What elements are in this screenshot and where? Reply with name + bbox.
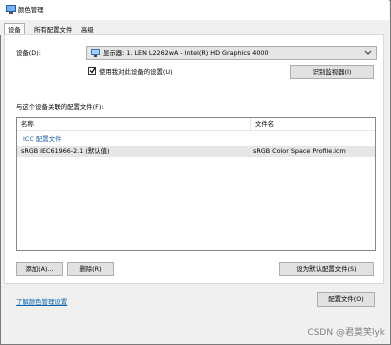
- color-management-icon: [6, 5, 16, 14]
- tab-strip: 设备 所有配置文件 高级: [0, 20, 389, 35]
- associated-profiles-label: 与这个设备关联的配置文件(F):: [16, 103, 104, 111]
- add-button[interactable]: 添加(A)...: [16, 262, 63, 276]
- icc-profiles-group-label: ICC 配置文件: [23, 135, 62, 143]
- watermark: CSDN @君莫笑lyk: [307, 328, 385, 338]
- use-my-settings-checkbox[interactable]: [88, 67, 96, 75]
- checkmark-icon: [89, 67, 96, 74]
- identify-monitor-button[interactable]: 识别监视器(I): [290, 65, 374, 79]
- profiles-button[interactable]: 配置文件(O): [317, 292, 375, 307]
- profile-file-cell: sRGB Color Space Profile.icm: [253, 147, 346, 155]
- delete-button[interactable]: 删除(R): [67, 262, 114, 276]
- device-select-value: 显示器: 1. LEN L2262wA - Intel(R) HD Graphi…: [103, 49, 269, 57]
- column-header-name[interactable]: 名称: [17, 118, 251, 131]
- profiles-list[interactable]: 名称 文件名 ICC 配置文件 sRGB IEC61966-2.1 (默认值) …: [16, 117, 376, 251]
- window-title: 颜色管理: [18, 6, 44, 14]
- learn-color-settings-link[interactable]: 了解颜色管理设置: [16, 297, 67, 307]
- chevron-down-icon: [364, 50, 372, 55]
- device-label: 设备(D):: [16, 49, 41, 57]
- device-select[interactable]: 显示器: 1. LEN L2262wA - Intel(R) HD Graphi…: [86, 46, 377, 60]
- profile-name-cell: sRGB IEC61966-2.1 (默认值): [21, 147, 110, 155]
- table-row[interactable]: sRGB IEC61966-2.1 (默认值) sRGB Color Space…: [17, 146, 375, 157]
- monitor-icon: [91, 49, 100, 57]
- column-header-filename[interactable]: 文件名: [251, 118, 375, 131]
- title-bar: 颜色管理: [0, 0, 389, 20]
- use-my-settings-label[interactable]: 使用我对此设备的设置(U): [99, 67, 173, 77]
- set-default-profile-button[interactable]: 设为默认配置文件(S): [279, 262, 374, 276]
